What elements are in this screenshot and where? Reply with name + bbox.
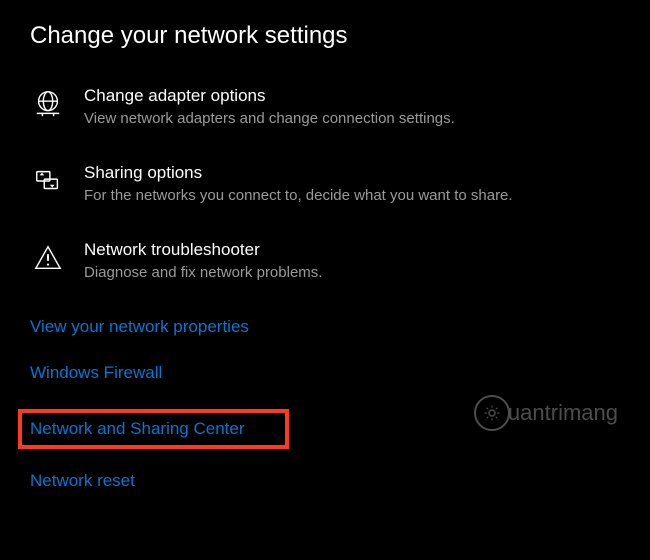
option-title: Sharing options [84, 163, 513, 183]
view-network-properties-link[interactable]: View your network properties [30, 317, 249, 337]
highlighted-box: Network and Sharing Center [18, 409, 289, 449]
watermark-text: uantrimang [508, 400, 618, 426]
windows-firewall-link[interactable]: Windows Firewall [30, 363, 162, 383]
warning-triangle-icon [30, 240, 66, 276]
network-troubleshooter[interactable]: Network troubleshooter Diagnose and fix … [30, 240, 620, 281]
sharing-icon [30, 163, 66, 199]
option-title: Change adapter options [84, 86, 455, 106]
change-adapter-options[interactable]: Change adapter options View network adap… [30, 86, 620, 127]
network-reset-link[interactable]: Network reset [30, 471, 135, 491]
network-sharing-center-link[interactable]: Network and Sharing Center [30, 419, 245, 439]
option-desc: View network adapters and change connect… [84, 110, 455, 127]
watermark-bulb-icon [474, 395, 510, 431]
watermark: uantrimang [474, 395, 618, 431]
sharing-options[interactable]: Sharing options For the networks you con… [30, 163, 620, 204]
option-desc: For the networks you connect to, decide … [84, 187, 513, 204]
option-title: Network troubleshooter [84, 240, 322, 260]
globe-adapter-icon [30, 86, 66, 122]
option-desc: Diagnose and fix network problems. [84, 264, 322, 281]
page-heading: Change your network settings [30, 22, 620, 50]
